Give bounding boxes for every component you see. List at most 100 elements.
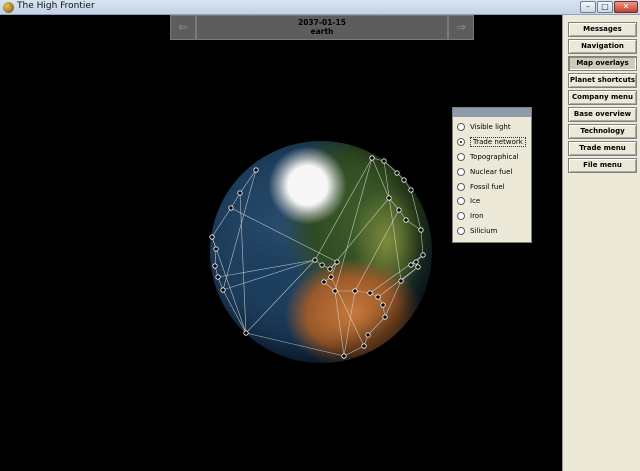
trade-route-line — [314, 157, 373, 261]
menu-button-technology[interactable]: Technology — [568, 124, 637, 139]
maximize-button[interactable]: □ — [597, 1, 613, 13]
trade-network-overlay — [209, 155, 426, 359]
trade-route-line — [239, 169, 257, 194]
trade-base-node[interactable] — [418, 227, 424, 233]
trade-route-line — [383, 160, 398, 174]
trade-route-line — [383, 160, 402, 282]
overlay-options: Visible light Trade network Topographical N… — [453, 117, 531, 238]
menu-button-trade-menu[interactable]: Trade menu — [568, 141, 637, 156]
overlay-option-label: Trade network — [470, 137, 526, 148]
overlay-option[interactable]: Visible light — [457, 120, 531, 135]
trade-base-node[interactable] — [408, 187, 414, 193]
trade-base-node[interactable] — [375, 294, 381, 300]
trade-route-line — [245, 332, 345, 357]
trade-base-node[interactable] — [220, 287, 226, 293]
radio-unselected-icon[interactable] — [457, 226, 465, 235]
radio-unselected-icon[interactable] — [457, 212, 465, 221]
trade-base-node[interactable] — [415, 264, 421, 270]
trade-route-line — [211, 207, 232, 238]
trade-base-node[interactable] — [321, 279, 327, 285]
trade-route-line — [343, 345, 365, 357]
overlay-option-label: Iron — [470, 212, 484, 221]
trade-route-line — [329, 197, 390, 270]
menu-button-base-overview[interactable]: Base overview — [568, 107, 637, 122]
trade-base-node[interactable] — [243, 330, 249, 336]
trade-base-node[interactable] — [213, 246, 219, 252]
trade-base-node[interactable] — [212, 263, 218, 269]
trade-base-node[interactable] — [369, 155, 375, 161]
minimize-button[interactable]: – — [580, 1, 596, 13]
trade-route-line — [222, 289, 247, 334]
overlay-option-label: Nuclear fuel — [470, 167, 513, 176]
trade-route-line — [334, 157, 373, 292]
trade-base-node[interactable] — [365, 332, 371, 338]
overlay-option-label: Silicium — [470, 226, 498, 235]
trade-base-node[interactable] — [367, 290, 373, 296]
menu-button-planet-shortcuts[interactable]: Planet shortcuts — [568, 73, 637, 88]
trade-base-node[interactable] — [386, 195, 392, 201]
menu-button-company-menu[interactable]: Company menu — [568, 90, 637, 105]
trade-base-node[interactable] — [328, 274, 334, 280]
trade-route-line — [420, 229, 424, 256]
trade-base-node[interactable] — [237, 190, 243, 196]
trade-base-node[interactable] — [382, 314, 388, 320]
radio-unselected-icon[interactable] — [457, 123, 465, 132]
map-overlay-panel: Visible light Trade network Topographical N… — [452, 107, 532, 243]
close-button[interactable]: ✕ — [614, 1, 638, 13]
radio-unselected-icon[interactable] — [457, 152, 465, 161]
menu-button-messages[interactable]: Messages — [568, 22, 637, 37]
radio-unselected-icon[interactable] — [457, 182, 465, 191]
overlay-option[interactable]: Ice — [457, 194, 531, 209]
menu-button-navigation[interactable]: Navigation — [568, 39, 637, 54]
trade-base-node[interactable] — [253, 167, 259, 173]
trade-route-line — [230, 192, 241, 209]
trade-base-node[interactable] — [380, 302, 386, 308]
trade-route-line — [230, 207, 338, 263]
trade-base-node[interactable] — [209, 234, 215, 240]
overlay-option[interactable]: Nuclear fuel — [457, 164, 531, 179]
overlay-option-label: Topographical — [470, 152, 519, 161]
overlay-panel-header[interactable] — [453, 108, 531, 117]
trade-base-node[interactable] — [396, 207, 402, 213]
trade-base-node[interactable] — [381, 158, 387, 164]
trade-base-node[interactable] — [341, 353, 347, 359]
menu-button-map-overlays[interactable]: Map overlays — [568, 56, 637, 71]
overlay-option[interactable]: Fossil fuel — [457, 179, 531, 194]
overlay-option[interactable]: Trade network — [457, 135, 531, 150]
trade-route-line — [217, 259, 316, 278]
trade-base-node[interactable] — [403, 217, 409, 223]
trade-base-node[interactable] — [332, 288, 338, 294]
trade-route-line — [384, 280, 402, 318]
trade-base-node[interactable] — [334, 259, 340, 265]
overlay-option[interactable]: Iron — [457, 209, 531, 224]
trade-base-node[interactable] — [398, 278, 404, 284]
overlay-option[interactable]: Topographical — [457, 150, 531, 165]
window-titlebar: The High Frontier – □ ✕ — [0, 0, 640, 15]
overlay-option-label: Fossil fuel — [470, 182, 505, 191]
trade-base-node[interactable] — [327, 266, 333, 272]
radio-unselected-icon[interactable] — [457, 167, 465, 176]
trade-base-node[interactable] — [361, 343, 367, 349]
trade-base-node[interactable] — [352, 288, 358, 294]
trade-route-line — [222, 169, 257, 291]
trade-route-line — [377, 266, 419, 298]
planet-app-icon — [3, 2, 14, 13]
trade-base-node[interactable] — [215, 274, 221, 280]
trade-base-node[interactable] — [312, 257, 318, 263]
overlay-option-label: Ice — [470, 197, 481, 206]
trade-base-node[interactable] — [394, 170, 400, 176]
trade-route-line — [211, 236, 247, 334]
radio-unselected-icon[interactable] — [457, 197, 465, 206]
trade-base-node[interactable] — [319, 262, 325, 268]
radio-selected-icon[interactable] — [457, 138, 465, 147]
menu-button-file-menu[interactable]: File menu — [568, 158, 637, 173]
trade-base-node[interactable] — [401, 177, 407, 183]
trade-base-node[interactable] — [413, 259, 419, 265]
main-menu-sidebar: Messages Navigation Map overlays Planet sho… — [562, 15, 640, 471]
trade-base-node[interactable] — [420, 252, 426, 258]
overlay-option-label: Visible light — [470, 123, 511, 132]
map-viewport[interactable]: ⇐ 2037-01-15 earth ⇒ Visible light Trade … — [4, 15, 562, 471]
trade-base-node[interactable] — [408, 262, 414, 268]
trade-base-node[interactable] — [228, 205, 234, 211]
overlay-option[interactable]: Silicium — [457, 224, 531, 239]
